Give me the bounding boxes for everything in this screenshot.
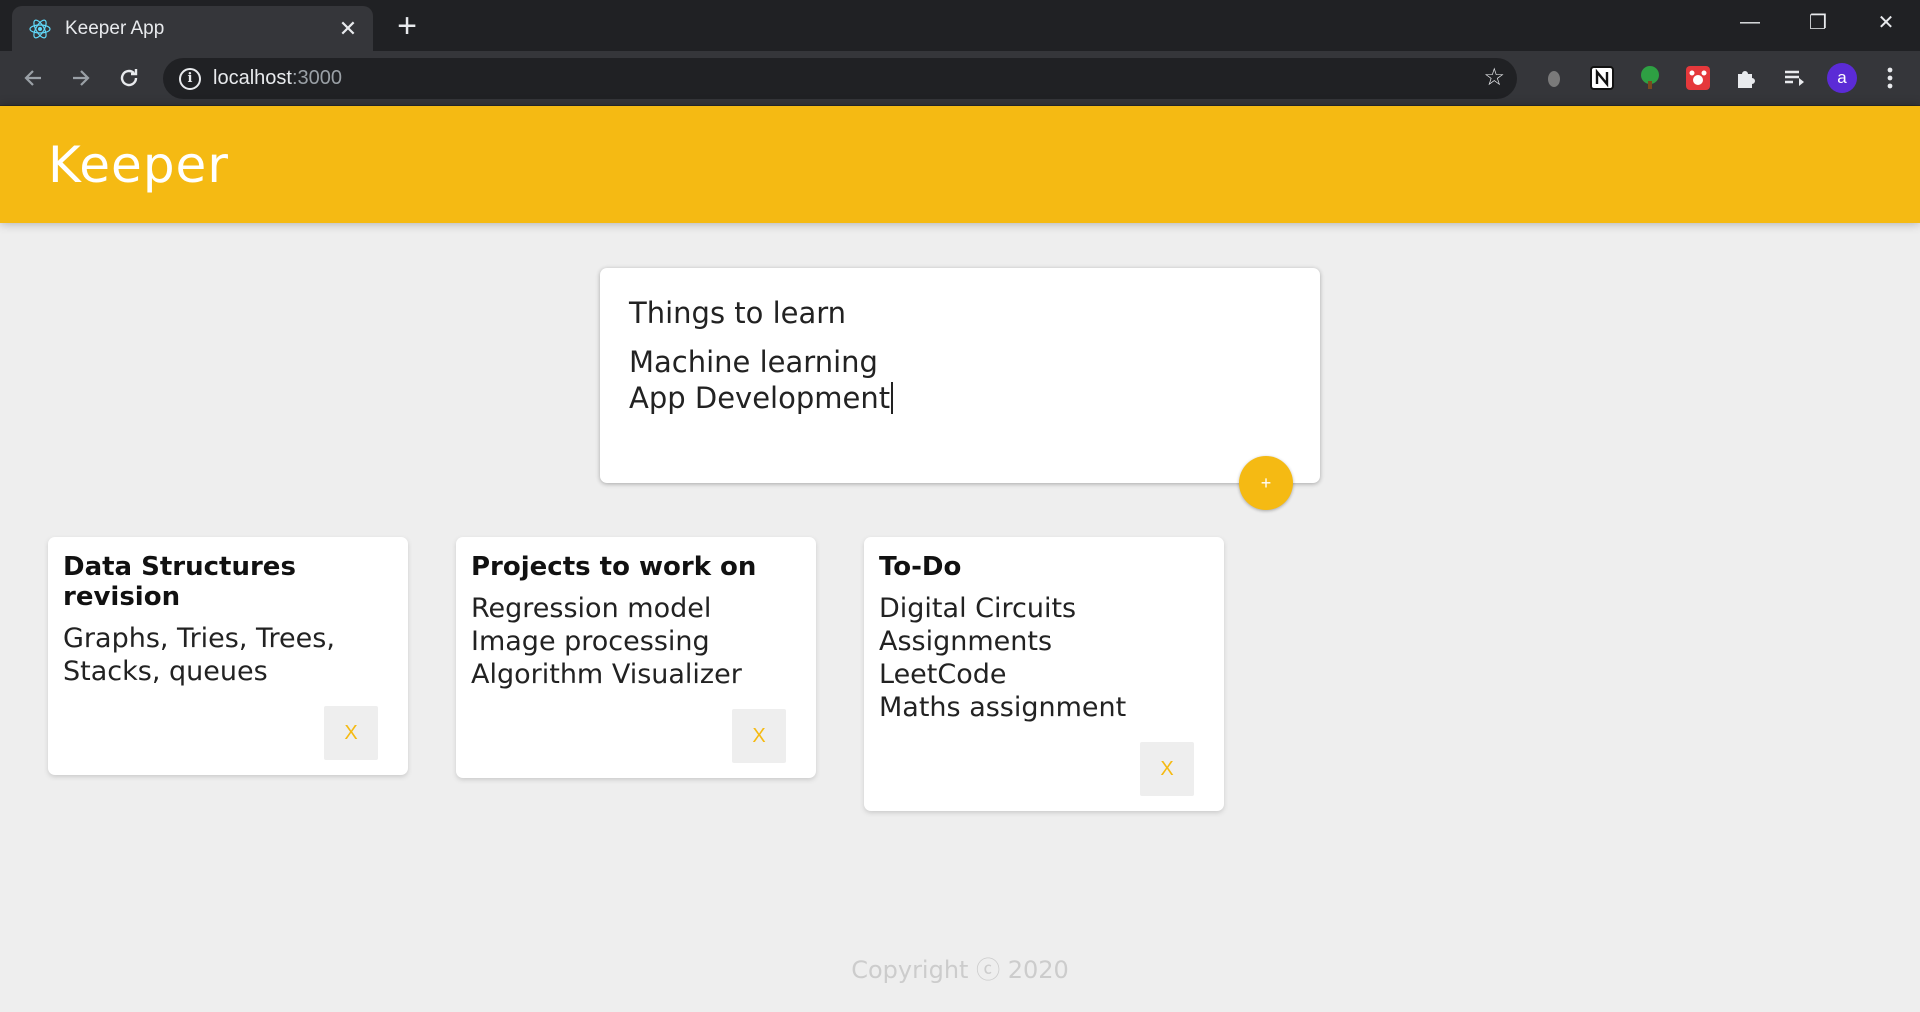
- note-title: To-Do: [879, 552, 962, 582]
- notion-icon[interactable]: [1578, 59, 1626, 97]
- note-title: Data Structures revision: [63, 552, 296, 612]
- info-icon[interactable]: i: [179, 67, 201, 90]
- forward-button[interactable]: [62, 59, 100, 97]
- tab-title: Keeper App: [65, 17, 165, 39]
- paw-extension-icon[interactable]: [1674, 59, 1722, 97]
- address-bar[interactable]: i localhost:3000 ☆: [163, 58, 1517, 99]
- profile-avatar[interactable]: a: [1818, 59, 1866, 97]
- window-controls: — ❐ ✕: [1716, 0, 1920, 44]
- back-button[interactable]: [14, 59, 52, 97]
- note-card: Data Structures revision Graphs, Tries, …: [48, 537, 408, 775]
- browser-toolbar: i localhost:3000 ☆ a: [0, 51, 1920, 106]
- note-card: Projects to work on Regression model Ima…: [456, 537, 816, 778]
- note-line: Graphs, Tries, Trees,: [63, 623, 335, 654]
- media-queue-icon[interactable]: [1770, 59, 1818, 97]
- tree-extension-icon[interactable]: [1626, 59, 1674, 97]
- tab-close-icon[interactable]: ✕: [337, 16, 359, 42]
- extension-gray-icon[interactable]: [1530, 59, 1578, 97]
- note-line: LeetCode: [879, 659, 1007, 690]
- content-line: App Development: [629, 380, 1291, 416]
- minimize-button[interactable]: —: [1716, 0, 1784, 44]
- note-title-input[interactable]: Things to learn: [629, 296, 1291, 330]
- note-line: Stacks, queues: [63, 656, 268, 687]
- arrow-right-icon: [73, 70, 90, 86]
- text-cursor: [891, 382, 894, 414]
- reload-button[interactable]: [110, 59, 148, 97]
- note-line: Assignments: [879, 626, 1053, 657]
- arrow-left-icon: [24, 70, 41, 86]
- browser-tabstrip: Keeper App ✕ + — ❐ ✕: [0, 0, 1920, 51]
- app-header: Keeper: [0, 106, 1920, 223]
- restore-button[interactable]: ❐: [1784, 0, 1852, 44]
- new-tab-button[interactable]: +: [390, 9, 424, 43]
- extensions-bar: a: [1530, 59, 1914, 97]
- note-title: Projects to work on: [471, 552, 757, 582]
- browser-tab[interactable]: Keeper App ✕: [12, 6, 373, 51]
- delete-note-button[interactable]: X: [324, 706, 378, 760]
- note-card: To-Do Digital Circuits Assignments LeetC…: [864, 537, 1224, 811]
- content-line: Machine learning: [629, 345, 878, 379]
- note-line: Maths assignment: [879, 692, 1127, 723]
- note-line: Algorithm Visualizer: [471, 659, 742, 690]
- delete-note-button[interactable]: X: [732, 709, 786, 763]
- url-text: localhost:3000: [213, 67, 342, 89]
- app-logo: Keeper: [48, 136, 229, 194]
- puzzle-icon[interactable]: [1722, 59, 1770, 97]
- note-line: Digital Circuits: [879, 593, 1077, 624]
- note-content-textarea[interactable]: Machine learning App Development: [629, 344, 1291, 416]
- footer: Copyright ⓒ 2020: [0, 950, 1920, 985]
- add-note-button[interactable]: +: [1239, 456, 1293, 510]
- create-note-form: Things to learn Machine learning App Dev…: [600, 268, 1320, 483]
- react-icon: [29, 18, 51, 40]
- menu-kebab-icon[interactable]: [1866, 59, 1914, 97]
- delete-note-button[interactable]: X: [1140, 742, 1194, 796]
- close-window-button[interactable]: ✕: [1852, 0, 1920, 44]
- note-line: Regression model: [471, 593, 712, 624]
- note-line: Image processing: [471, 626, 710, 657]
- reload-icon: [120, 69, 138, 87]
- bookmark-star-icon[interactable]: ☆: [1483, 63, 1505, 92]
- copyright-text: Copyright ⓒ 2020: [851, 956, 1069, 984]
